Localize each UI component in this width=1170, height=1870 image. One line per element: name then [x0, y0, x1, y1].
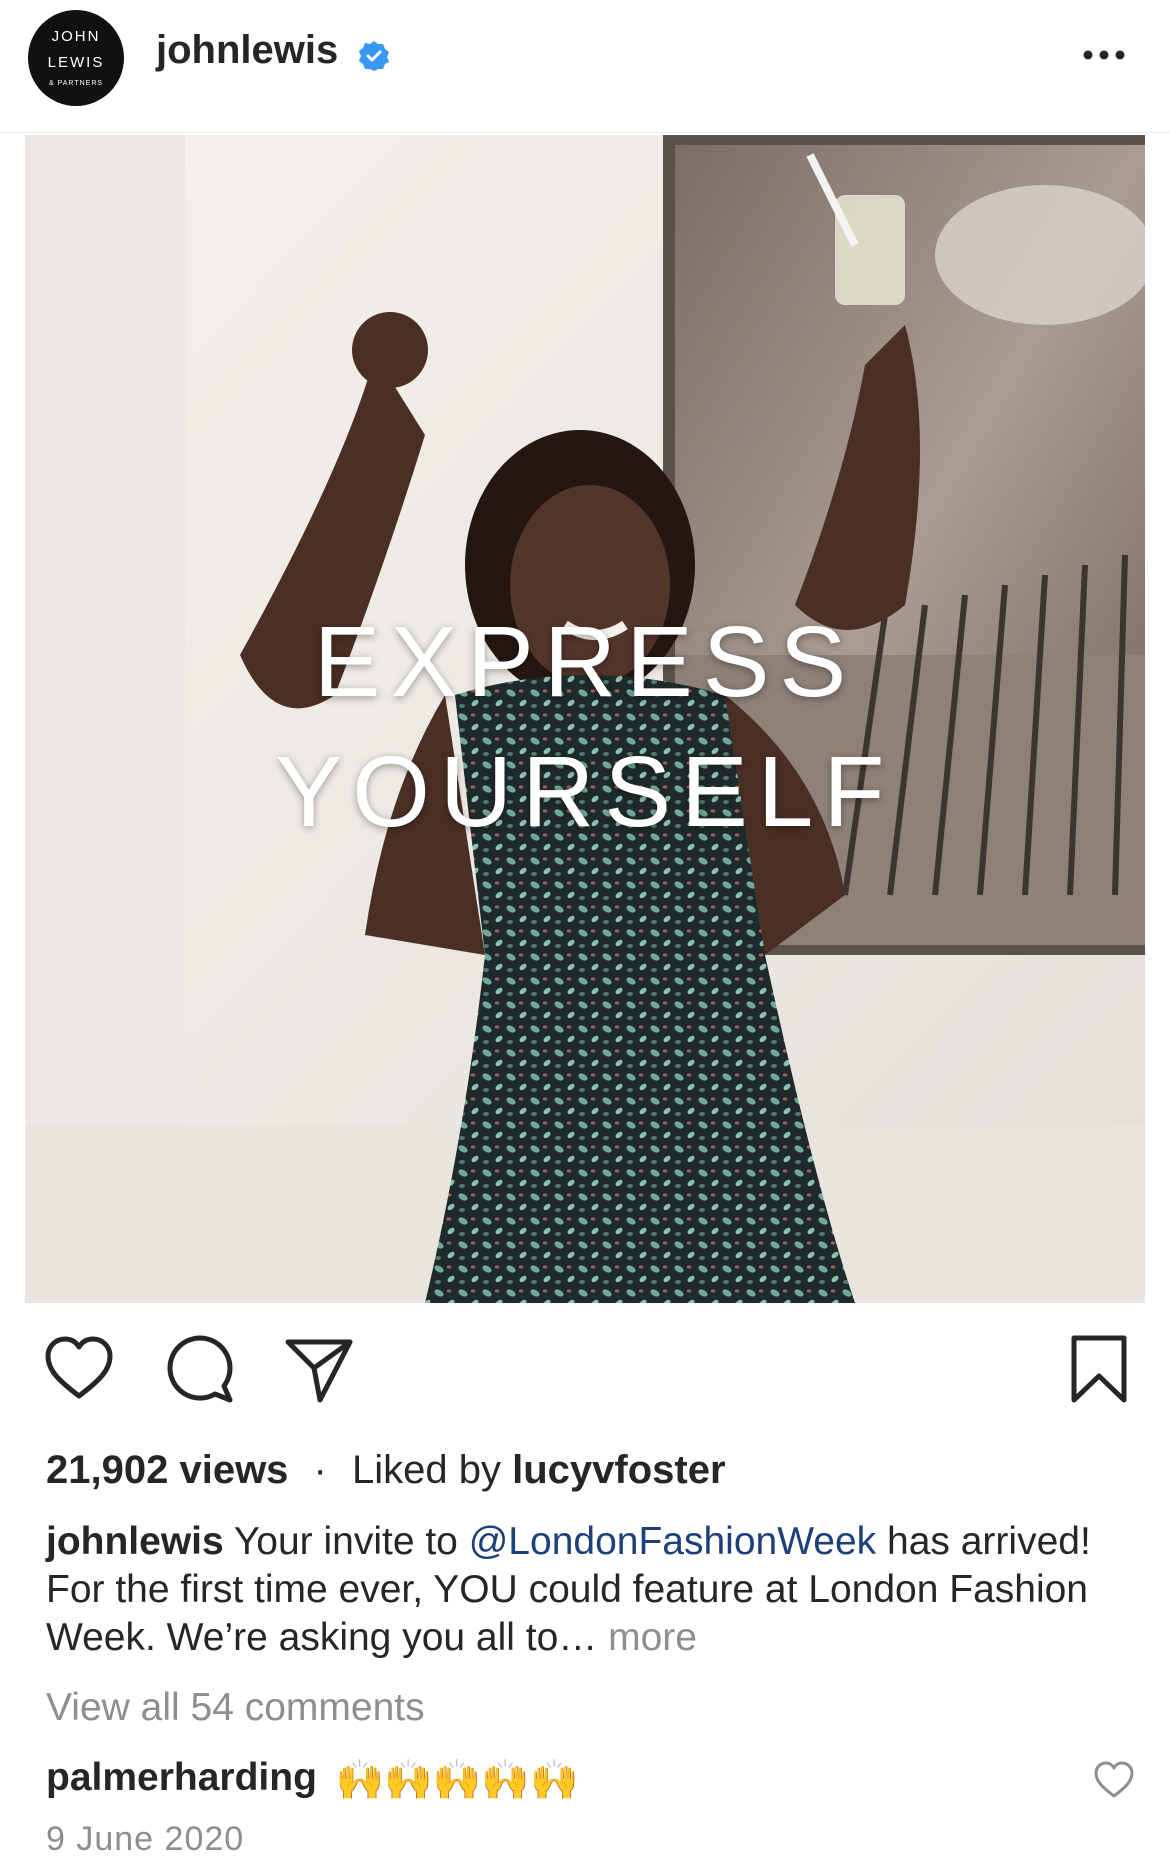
- username[interactable]: johnlewis: [156, 28, 338, 73]
- comment-username[interactable]: palmerharding: [46, 1756, 317, 1799]
- caption-text-1: Your invite to: [223, 1520, 469, 1563]
- post-header: JOHN LEWIS & PARTNERS johnlewis: [0, 0, 1170, 133]
- view-all-comments-link[interactable]: View all 54 comments: [46, 1686, 425, 1730]
- engagement-stats: 21,902 views · Liked by lucyvfoster: [46, 1448, 726, 1493]
- overlay-text-line1: EXPRESS: [313, 606, 857, 718]
- comment-heart-icon[interactable]: [1092, 1758, 1136, 1802]
- avatar-logo-line3: & PARTNERS: [48, 80, 104, 87]
- caption-username[interactable]: johnlewis: [46, 1520, 224, 1563]
- post-date: 9 June 2020: [46, 1820, 245, 1858]
- caption-mention[interactable]: @LondonFashionWeek: [469, 1520, 876, 1563]
- action-bar: [0, 1330, 1170, 1420]
- avatar[interactable]: JOHN LEWIS & PARTNERS: [28, 10, 124, 106]
- liked-by-user[interactable]: lucyvfoster: [512, 1448, 725, 1492]
- verified-badge-icon: [359, 41, 389, 71]
- heart-icon[interactable]: [40, 1330, 118, 1408]
- comment-text: 🙌🙌🙌🙌🙌: [335, 1758, 579, 1802]
- views-count[interactable]: 21,902 views: [46, 1448, 288, 1492]
- share-icon[interactable]: [280, 1330, 358, 1408]
- comment-icon[interactable]: [160, 1330, 238, 1408]
- post-caption: johnlewis Your invite to @LondonFashionW…: [46, 1518, 1106, 1662]
- top-comment: palmerharding 🙌🙌🙌🙌🙌: [46, 1756, 579, 1803]
- avatar-logo-line1: JOHN: [51, 28, 101, 45]
- caption-more-link[interactable]: more: [597, 1616, 697, 1659]
- avatar-logo-line2: LEWIS: [47, 54, 105, 71]
- post-media[interactable]: EXPRESS YOURSELF: [25, 135, 1145, 1303]
- overlay-text-line2: YOURSELF: [275, 736, 895, 848]
- stats-separator: ·: [313, 1448, 327, 1492]
- bookmark-icon[interactable]: [1060, 1330, 1138, 1408]
- more-horizontal-icon[interactable]: [1078, 40, 1130, 70]
- liked-by-prefix: Liked by: [352, 1448, 501, 1492]
